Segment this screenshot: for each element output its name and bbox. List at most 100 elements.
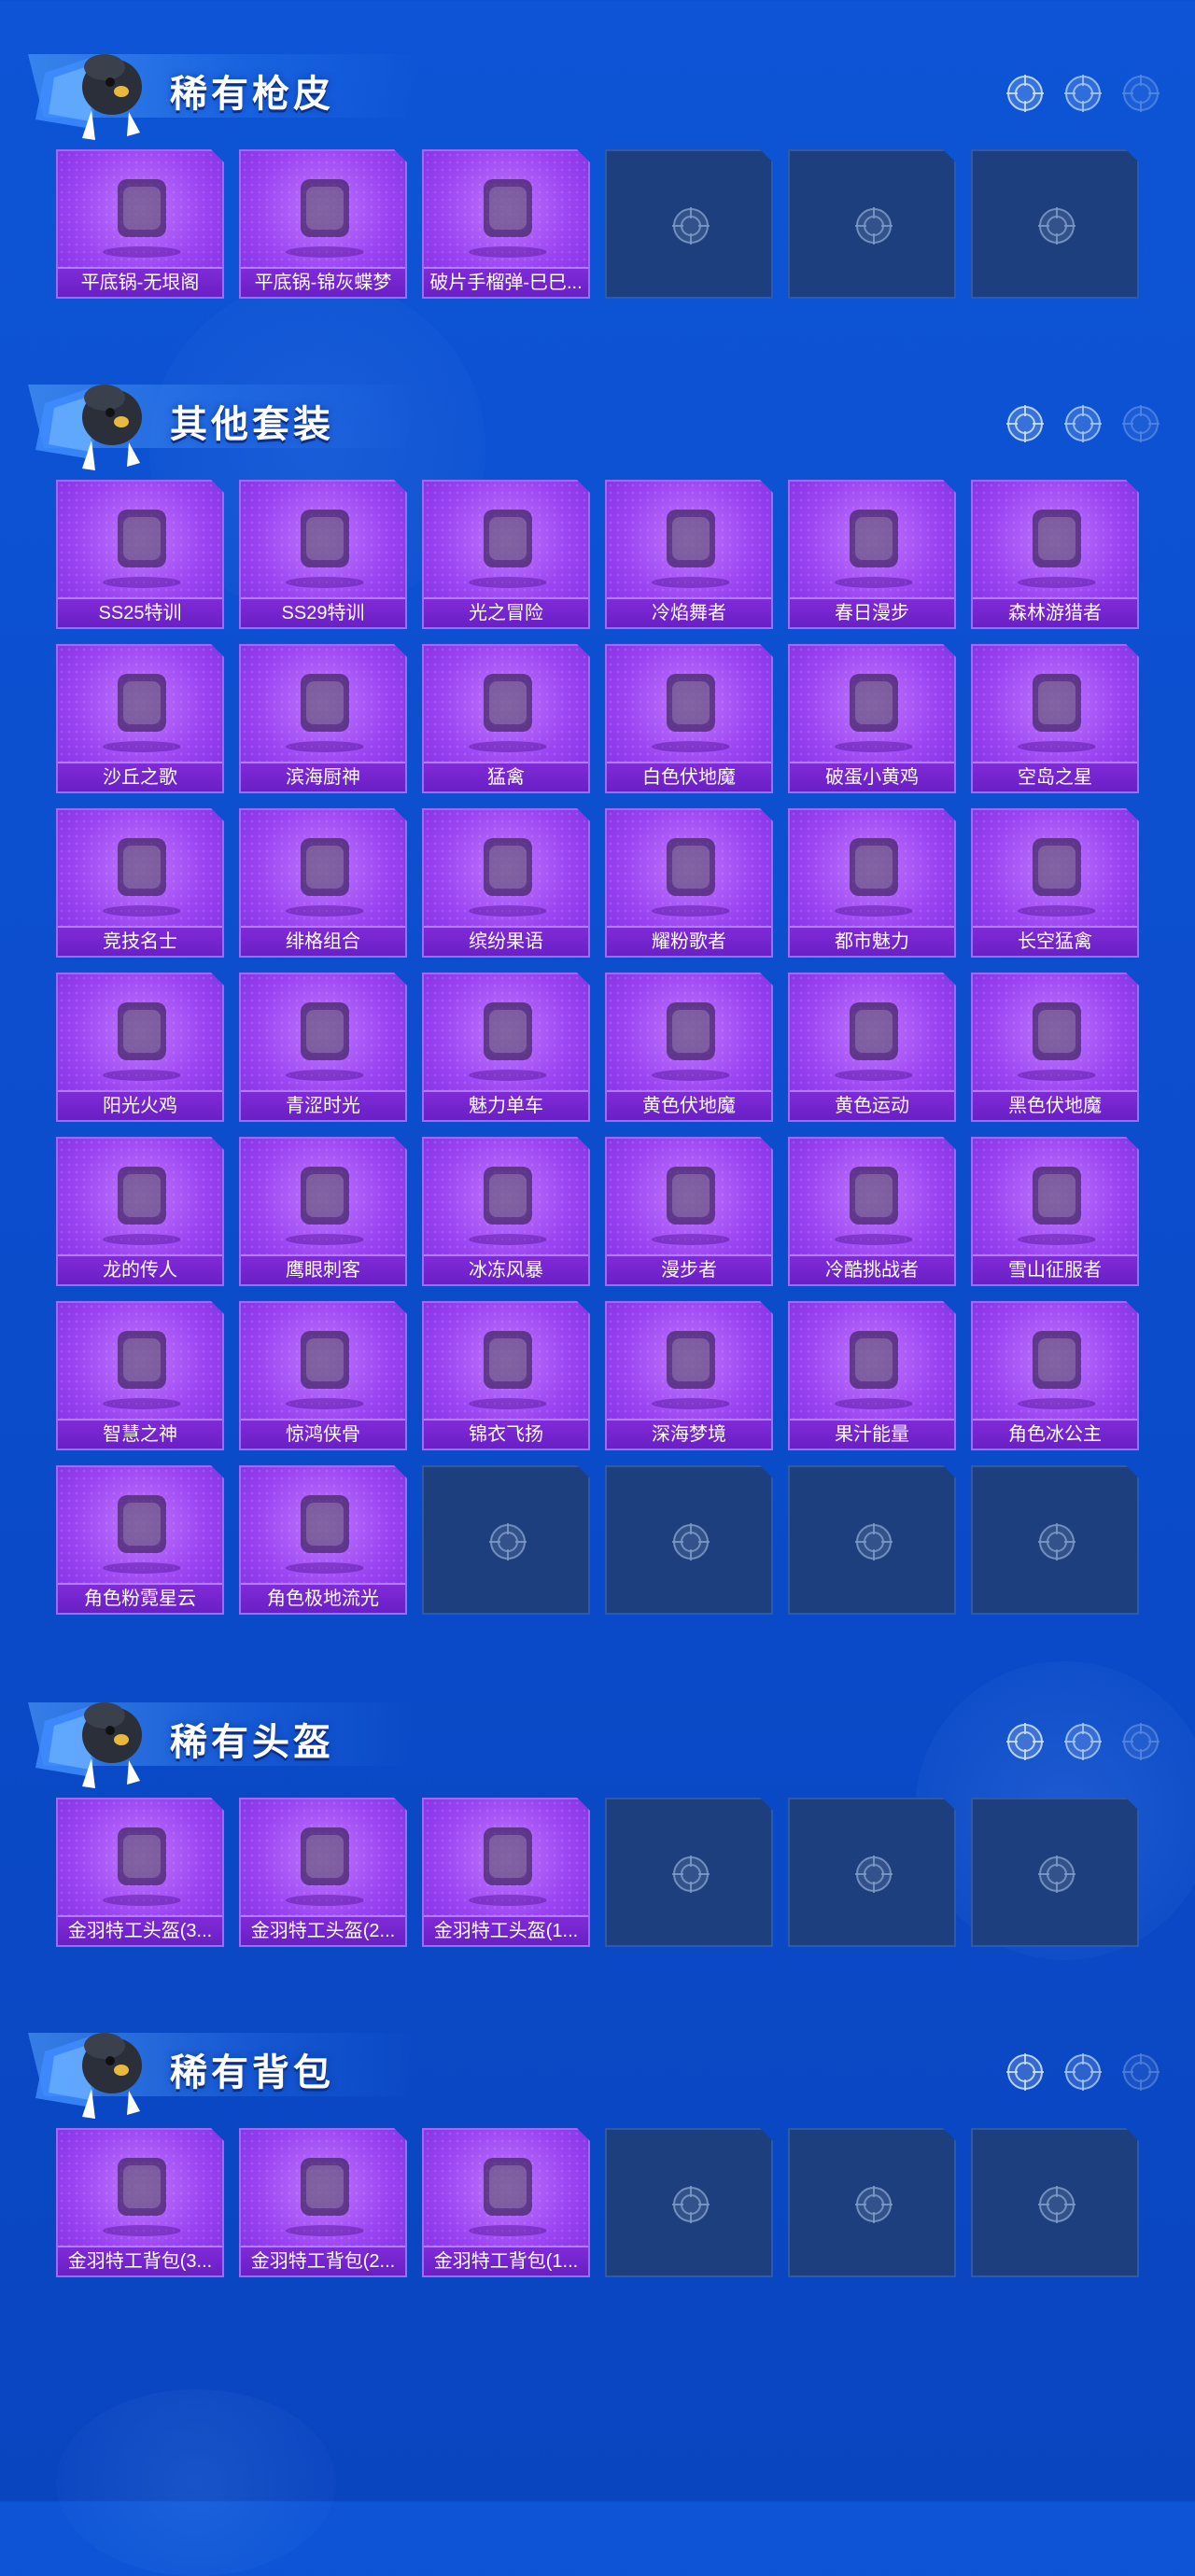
item-image: [818, 1312, 930, 1415]
section-1: 稀有枪皮 平底锅-无垠阁 平底锅-锦灰蝶梦 破片手榴弹-巳巳...: [0, 28, 1195, 140]
item-card[interactable]: 智慧之神: [56, 1301, 224, 1450]
item-card[interactable]: 角色粉霓星云: [56, 1465, 224, 1615]
item-card[interactable]: 龙的传人: [56, 1137, 224, 1286]
section-header-icons: [1005, 1721, 1161, 1762]
item-name-label: 果汁能量: [790, 1419, 954, 1449]
crosshair-icon: [670, 1854, 711, 1895]
item-image: [452, 161, 564, 263]
item-image: [269, 161, 381, 263]
item-card[interactable]: 青涩时光: [239, 973, 407, 1122]
section-2: 其他套装 SS25特训 SS29特训 光之冒险 冷焰舞者 春日漫步 森林游猎者 沙丘之歌 滨海厨…: [0, 358, 1195, 470]
item-name-label: 冷焰舞者: [607, 597, 771, 627]
item-name-label: 龙的传人: [58, 1254, 222, 1284]
item-card[interactable]: 金羽特工背包(2...: [239, 2128, 407, 2277]
item-image: [269, 1148, 381, 1251]
item-card[interactable]: 冰冻风暴: [422, 1137, 590, 1286]
crosshair-icon: [1006, 1723, 1044, 1760]
item-card[interactable]: 角色极地流光: [239, 1465, 407, 1615]
crosshair-icon: [1122, 1723, 1160, 1760]
item-name-label: 绯格组合: [241, 926, 405, 956]
item-image: [635, 819, 747, 922]
section-title: 稀有头盔: [170, 1722, 334, 1763]
item-image: [1001, 491, 1113, 594]
crosshair-icon: [670, 2184, 711, 2225]
item-image: [269, 2139, 381, 2242]
item-card[interactable]: 漫步者: [605, 1137, 773, 1286]
item-name-label: 金羽特工背包(3...: [58, 2246, 222, 2275]
item-card[interactable]: 森林游猎者: [971, 480, 1139, 629]
item-card[interactable]: 绯格组合: [239, 808, 407, 958]
crosshair-icon: [853, 1854, 894, 1895]
section-header-icons: [1005, 403, 1161, 444]
item-card[interactable]: 白色伏地魔: [605, 644, 773, 793]
crosshair-icon: [1064, 75, 1102, 112]
item-card[interactable]: 果汁能量: [788, 1301, 956, 1450]
item-card[interactable]: 平底锅-无垠阁: [56, 149, 224, 299]
item-card[interactable]: 雪山征服者: [971, 1137, 1139, 1286]
crosshair-icon: [1064, 405, 1102, 442]
item-image: [269, 1477, 381, 1579]
item-card[interactable]: 破片手榴弹-巳巳...: [422, 149, 590, 299]
item-card[interactable]: 竞技名士: [56, 808, 224, 958]
item-card[interactable]: 都市魅力: [788, 808, 956, 958]
item-name-label: 冰冻风暴: [424, 1254, 588, 1284]
chicken-mascot-icon: [35, 54, 142, 140]
item-card[interactable]: 滨海厨神: [239, 644, 407, 793]
item-card[interactable]: 黑色伏地魔: [971, 973, 1139, 1122]
crosshair-icon: [670, 205, 711, 246]
item-image: [1001, 819, 1113, 922]
item-name-label: 光之冒险: [424, 597, 588, 627]
item-card[interactable]: 阳光火鸡: [56, 973, 224, 1122]
item-image: [635, 984, 747, 1086]
crosshair-icon: [1006, 75, 1044, 112]
item-image: [269, 1312, 381, 1415]
item-card[interactable]: 破蛋小黄鸡: [788, 644, 956, 793]
empty-slot: [422, 1465, 590, 1615]
empty-slot: [971, 2128, 1139, 2277]
section-title: 稀有枪皮: [170, 74, 334, 115]
item-image: [452, 2139, 564, 2242]
item-card[interactable]: 深海梦境: [605, 1301, 773, 1450]
item-name-label: 金羽特工背包(1...: [424, 2246, 588, 2275]
item-card[interactable]: 光之冒险: [422, 480, 590, 629]
item-name-label: 角色粉霓星云: [58, 1583, 222, 1613]
item-card[interactable]: 缤纷果语: [422, 808, 590, 958]
item-card[interactable]: 耀粉歌者: [605, 808, 773, 958]
item-name-label: 平底锅-无垠阁: [58, 267, 222, 297]
item-name-label: SS29特训: [241, 597, 405, 627]
item-card[interactable]: 鹰眼刺客: [239, 1137, 407, 1286]
crosshair-icon: [1006, 2053, 1044, 2091]
item-card[interactable]: 长空猛禽: [971, 808, 1139, 958]
item-card[interactable]: 猛禽: [422, 644, 590, 793]
item-card[interactable]: 平底锅-锦灰蝶梦: [239, 149, 407, 299]
item-card[interactable]: 黄色运动: [788, 973, 956, 1122]
item-card[interactable]: 黄色伏地魔: [605, 973, 773, 1122]
item-card[interactable]: 空岛之星: [971, 644, 1139, 793]
background-parachute-deco: [56, 2389, 336, 2576]
item-card[interactable]: 金羽特工背包(1...: [422, 2128, 590, 2277]
empty-slot: [788, 149, 956, 299]
section-header: 稀有背包: [0, 2007, 1195, 2119]
item-card[interactable]: 角色冰公主: [971, 1301, 1139, 1450]
item-card[interactable]: 金羽特工背包(3...: [56, 2128, 224, 2277]
item-card[interactable]: 金羽特工头盔(1...: [422, 1798, 590, 1947]
empty-slot: [971, 149, 1139, 299]
item-card[interactable]: 春日漫步: [788, 480, 956, 629]
empty-slot: [605, 2128, 773, 2277]
item-card[interactable]: 冷焰舞者: [605, 480, 773, 629]
item-image: [635, 655, 747, 758]
item-card[interactable]: 魅力单车: [422, 973, 590, 1122]
item-name-label: 金羽特工背包(2...: [241, 2246, 405, 2275]
item-image: [86, 1477, 198, 1579]
item-card[interactable]: SS29特训: [239, 480, 407, 629]
item-card[interactable]: 金羽特工头盔(2...: [239, 1798, 407, 1947]
crosshair-icon: [853, 205, 894, 246]
item-card[interactable]: 沙丘之歌: [56, 644, 224, 793]
item-card[interactable]: 冷酷挑战者: [788, 1137, 956, 1286]
item-card[interactable]: 金羽特工头盔(3...: [56, 1798, 224, 1947]
item-card[interactable]: SS25特训: [56, 480, 224, 629]
item-card[interactable]: 锦衣飞扬: [422, 1301, 590, 1450]
item-name-label: 森林游猎者: [973, 597, 1137, 627]
item-card[interactable]: 惊鸿侠骨: [239, 1301, 407, 1450]
item-image: [1001, 984, 1113, 1086]
